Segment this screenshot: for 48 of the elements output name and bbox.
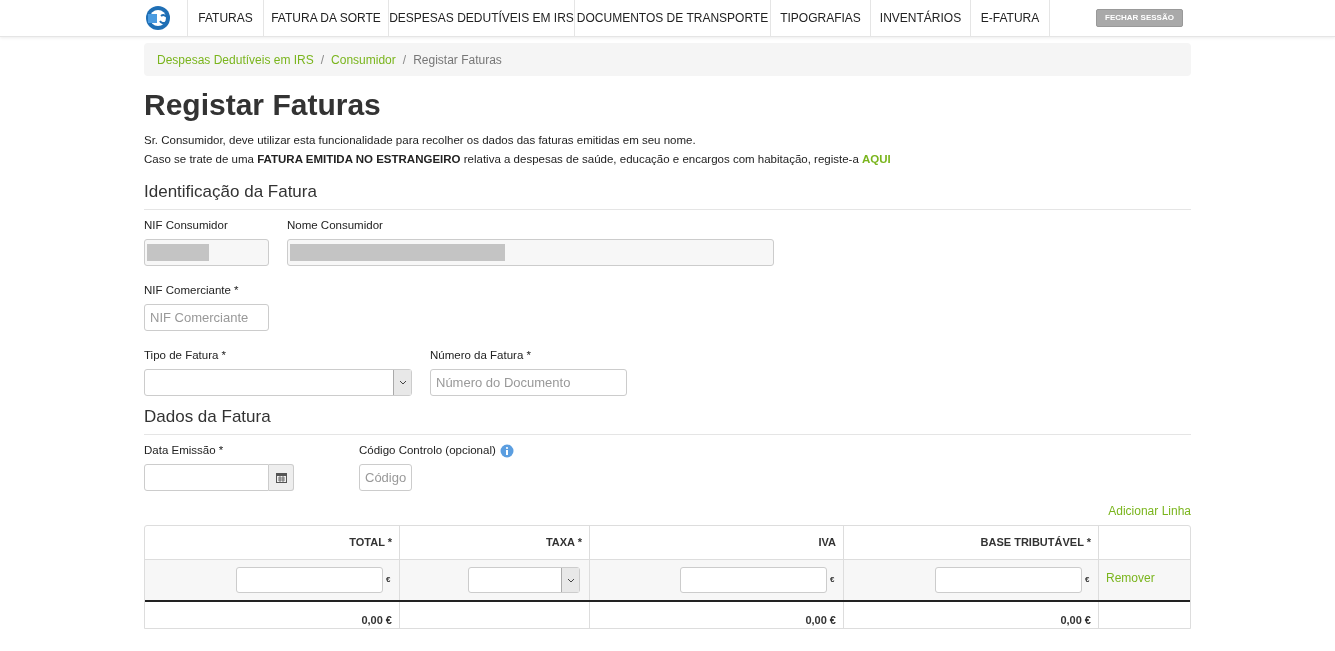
field-label: Data Emissão * xyxy=(144,443,224,459)
amount-field[interactable] xyxy=(935,567,1082,593)
column-header: TOTAL * xyxy=(349,535,392,551)
calendar-button[interactable] xyxy=(269,464,294,491)
column-header: IVA xyxy=(818,535,836,551)
total-value: 0,00 € xyxy=(805,612,836,628)
section-heading: Identificação da Fatura xyxy=(144,181,1191,210)
text-field[interactable]: NIF Comerciante xyxy=(144,304,269,331)
column-header: BASE TRIBUTÁVEL * xyxy=(980,535,1091,551)
redaction-bar xyxy=(147,244,209,261)
field-label: Número da Fatura * xyxy=(430,348,531,364)
total-value: 0,00 € xyxy=(1060,612,1091,628)
nav-link[interactable]: TIPOGRAFIAS xyxy=(770,0,870,36)
chevron-down-icon xyxy=(566,577,575,583)
intro-text: Sr. Consumidor, deve utilizar esta funcionalidade para recolher os dados das faturas emitidas em seu nome. xyxy=(144,133,697,148)
rate-dropdown[interactable] xyxy=(468,567,580,593)
section-heading: Dados da Fatura xyxy=(144,406,1191,435)
field-label: Nome Consumidor xyxy=(287,218,383,234)
text-field[interactable]: Código xyxy=(359,464,412,491)
info-icon[interactable] xyxy=(499,444,514,458)
amount-field[interactable] xyxy=(680,567,827,593)
nav-link[interactable]: E-FATURA xyxy=(970,0,1050,36)
nav-link[interactable]: DESPESAS DEDUTÍVEIS EM IRS xyxy=(388,0,574,36)
currency-symbol: € xyxy=(386,574,392,586)
page-title: Registar Faturas xyxy=(144,88,382,122)
logo-icon[interactable] xyxy=(144,4,172,32)
breadcrumb-separator: / xyxy=(401,51,408,69)
nav-link[interactable]: DOCUMENTOS DE TRANSPORTE xyxy=(574,0,770,36)
nav-link[interactable]: INVENTÁRIOS xyxy=(870,0,970,36)
total-value: 0,00 € xyxy=(361,612,392,628)
intro-text: Caso se trate de uma FATURA EMITIDA NO ESTRANGEIRO relativa a despesas de saúde, educação e encargos com habitação, registe-a AQUI xyxy=(144,152,892,167)
calendar-icon xyxy=(275,472,287,483)
text-field[interactable]: Número do Documento xyxy=(430,369,627,396)
amount-field[interactable] xyxy=(236,567,383,593)
chevron-down-icon xyxy=(398,380,407,385)
date-field[interactable] xyxy=(144,464,269,491)
field-label: NIF Consumidor xyxy=(144,218,228,234)
field-label: Código Controlo (opcional) xyxy=(359,443,496,459)
field-label: Tipo de Fatura * xyxy=(144,348,227,364)
nav-link[interactable]: FATURA DA SORTE xyxy=(263,0,388,36)
currency-symbol: € xyxy=(830,574,836,586)
dropdown-field[interactable] xyxy=(144,369,412,396)
field-label: NIF Comerciante * xyxy=(144,283,239,299)
breadcrumb-separator: / xyxy=(319,51,326,69)
breadcrumb-current: Registar Faturas xyxy=(413,51,502,69)
nav-link[interactable]: FATURAS xyxy=(187,0,263,36)
currency-symbol: € xyxy=(1085,574,1091,586)
column-header: TAXA * xyxy=(545,535,582,551)
